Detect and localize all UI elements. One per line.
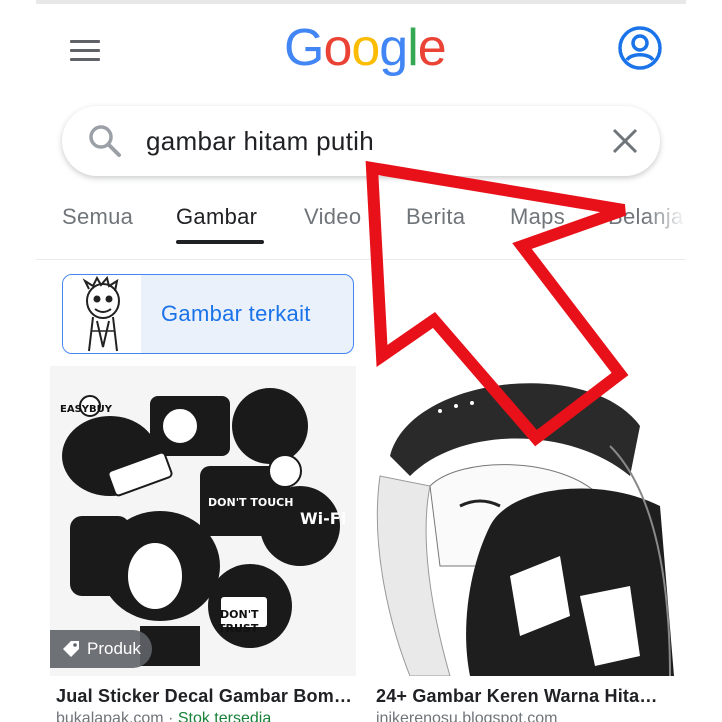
search-box[interactable]: gambar hitam putih	[62, 106, 660, 176]
search-tabs: Semua Gambar Video Berita Maps Belanja	[36, 190, 686, 260]
google-logo[interactable]: Google	[284, 18, 447, 78]
tab-semua[interactable]: Semua	[62, 204, 133, 230]
result-source: inikerenosu.blogspot.com	[376, 710, 558, 722]
source-separator: ·	[163, 710, 178, 722]
logo-letter: o	[351, 19, 380, 77]
tab-berita[interactable]: Berita	[406, 204, 465, 230]
account-circle-icon[interactable]	[616, 24, 664, 72]
search-input[interactable]: gambar hitam putih	[146, 126, 374, 157]
tab-video[interactable]: Video	[304, 204, 361, 230]
source-domain: bukalapak.com	[56, 710, 164, 722]
product-badge[interactable]: Produk	[50, 630, 152, 668]
active-tab-indicator	[176, 240, 264, 244]
logo-letter: g	[379, 19, 408, 77]
related-images-label: Gambar terkait	[161, 301, 311, 326]
girl-drawing-image	[370, 366, 674, 676]
svg-text:EASYBUY: EASYBUY	[60, 404, 113, 415]
hamburger-menu-icon[interactable]	[68, 38, 102, 62]
related-images-chip[interactable]: Gambar terkait	[62, 274, 354, 354]
product-badge-label: Produk	[87, 639, 141, 658]
logo-letter: o	[323, 19, 352, 77]
svg-text:DON'T TOUCH: DON'T TOUCH	[208, 496, 293, 509]
stock-status: Stok tersedia	[177, 710, 272, 722]
tag-icon	[62, 640, 80, 658]
tab-gambar[interactable]: Gambar	[176, 204, 257, 230]
image-result-girl-drawing[interactable]	[370, 366, 674, 676]
result-source: bukalapak.com · Stok tersedia	[56, 710, 271, 722]
result-title[interactable]: Jual Sticker Decal Gambar Bomb...	[56, 686, 352, 707]
header: Google	[0, 0, 722, 100]
logo-letter: e	[417, 19, 447, 77]
tabs-fade	[646, 190, 686, 250]
result-title[interactable]: 24+ Gambar Keren Warna Hitam ...	[376, 686, 672, 707]
svg-text:DON'T: DON'T	[220, 608, 259, 621]
logo-letter: G	[284, 19, 324, 77]
search-icon[interactable]	[88, 124, 122, 158]
logo-letter: l	[407, 19, 419, 77]
related-thumbnail	[63, 275, 141, 353]
close-icon[interactable]	[610, 126, 640, 156]
svg-text:Wi-Fi: Wi-Fi	[300, 509, 346, 528]
tab-maps[interactable]: Maps	[510, 204, 565, 230]
svg-text:TRUST: TRUST	[218, 622, 259, 635]
